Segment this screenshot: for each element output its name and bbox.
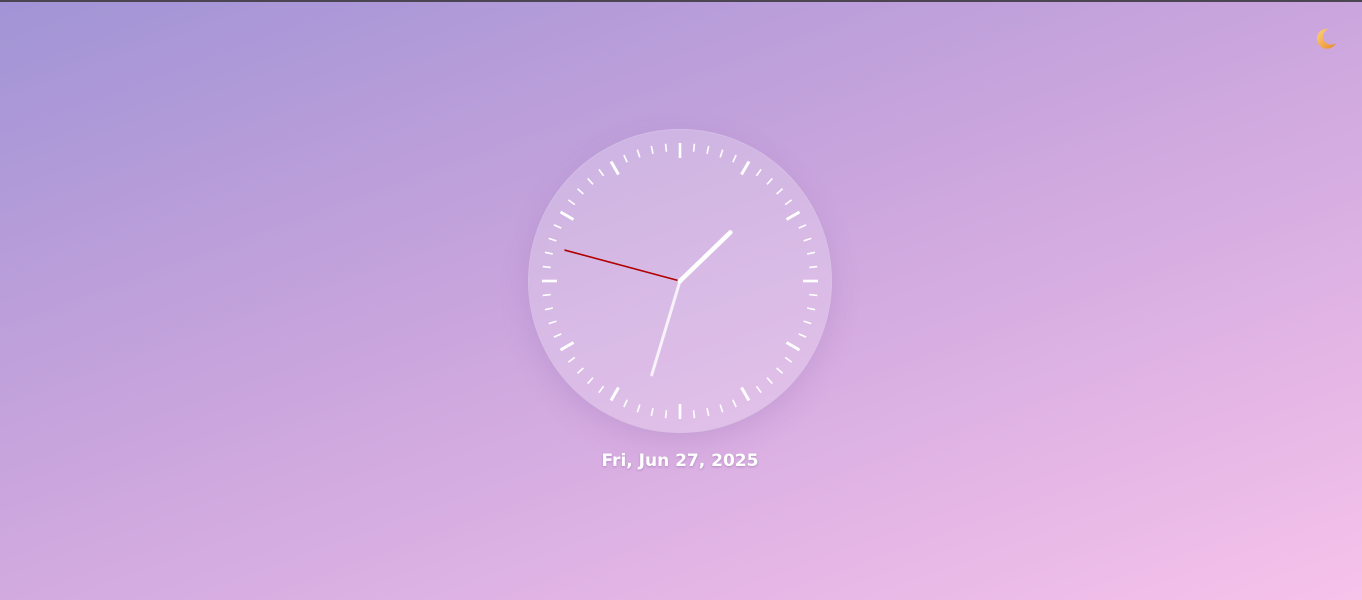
minute-tick [706,407,710,417]
minute-tick [806,251,816,255]
minute-tick [803,320,812,325]
minute-tick [636,404,641,413]
minute-tick [706,145,710,155]
minute-tick [548,320,557,325]
minute-tick [692,143,696,152]
window-top-border [0,0,1362,2]
minute-hand [650,279,682,377]
theme-toggle-button[interactable] [1310,24,1340,54]
minute-tick [598,168,605,177]
minute-tick [664,410,668,419]
analog-clock [529,130,831,432]
hour-tick [559,210,575,221]
minute-tick [587,177,594,185]
minute-tick [692,410,696,419]
minute-tick [755,385,762,394]
minute-tick [576,188,584,195]
minute-tick [623,399,628,408]
minute-tick [587,377,594,385]
minute-tick [544,251,554,255]
crescent-moon-icon [1316,28,1336,49]
minute-tick [784,356,793,363]
minute-tick [755,168,762,177]
minute-tick [732,154,737,163]
minute-tick [776,188,784,195]
minute-tick [803,237,812,242]
minute-tick [809,293,818,297]
minute-tick [798,333,807,338]
minute-tick [576,367,584,374]
minute-tick [567,356,576,363]
minute-tick [553,333,562,338]
minute-tick [766,377,773,385]
hour-tick [609,386,620,402]
minute-tick [766,177,773,185]
minute-tick [542,293,551,297]
minute-tick [548,237,557,242]
minute-tick [784,199,793,206]
minute-tick [798,224,807,229]
minute-tick [636,149,641,158]
hour-hand [677,230,733,284]
minute-tick [732,399,737,408]
clock-face [542,143,818,419]
minute-tick [623,154,628,163]
minute-tick [806,307,816,311]
minute-tick [719,404,724,413]
date-label: Fri, Jun 27, 2025 [601,451,759,471]
minute-tick [650,145,654,155]
hour-tick [740,160,751,176]
hour-tick [785,341,801,352]
minute-tick [598,385,605,394]
minute-tick [809,265,818,269]
hour-tick [559,341,575,352]
minute-tick [719,149,724,158]
minute-tick [567,199,576,206]
second-hand [564,249,681,282]
hour-tick [609,160,620,176]
minute-tick [542,265,551,269]
hour-tick [740,386,751,402]
minute-tick [553,224,562,229]
clock-center [677,278,683,284]
minute-tick [776,367,784,374]
minute-tick [664,143,668,152]
minute-tick [650,407,654,417]
minute-tick [544,307,554,311]
hour-tick [785,210,801,221]
